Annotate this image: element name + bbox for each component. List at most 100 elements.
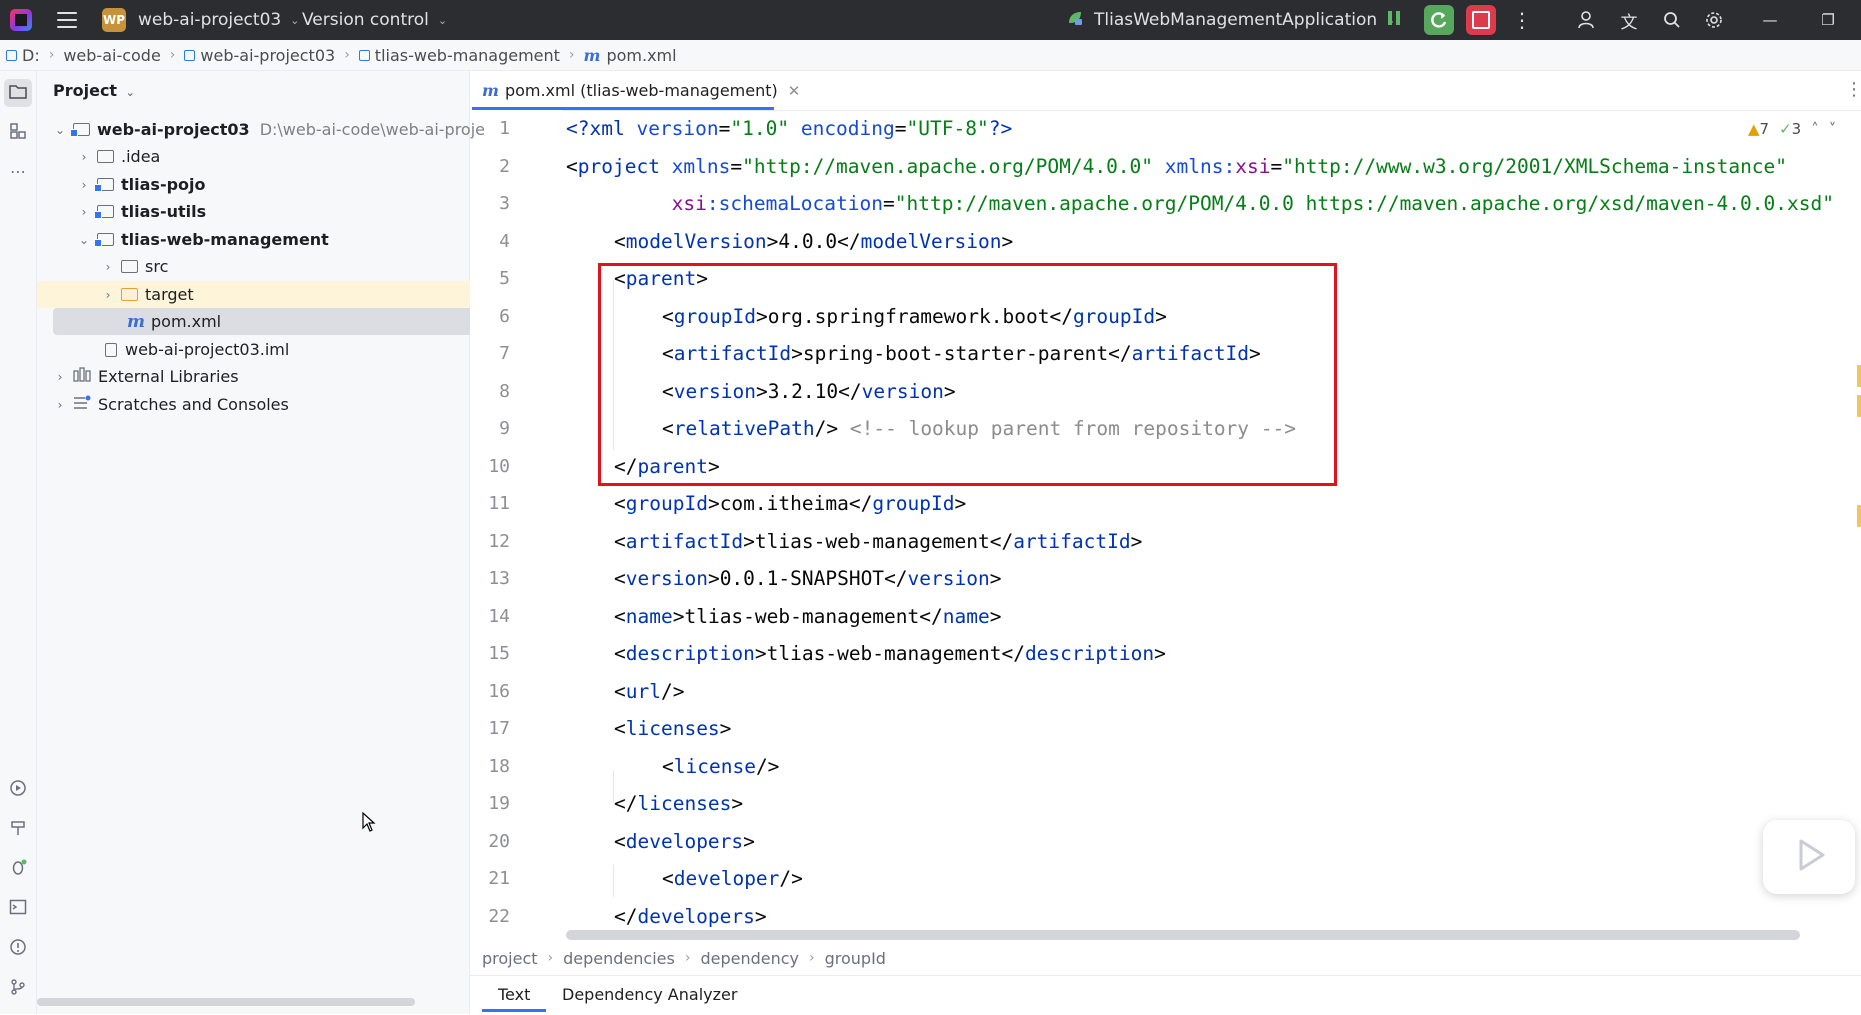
scroll-marker[interactable] bbox=[1857, 505, 1861, 527]
xml-crumb-groupid[interactable]: groupId bbox=[825, 949, 886, 968]
debug-tool-button[interactable] bbox=[4, 855, 32, 883]
module-icon bbox=[6, 49, 17, 61]
restore-button[interactable]: ❐ bbox=[1806, 0, 1850, 40]
tab-text[interactable]: Text bbox=[498, 976, 530, 1012]
minimize-button[interactable]: — bbox=[1748, 0, 1792, 40]
line-number: 11 bbox=[488, 493, 510, 514]
code-line-15: <description>tlias-web-management</descr… bbox=[614, 642, 1166, 665]
project-selector[interactable]: WP web-ai-project03 ⌄ bbox=[102, 0, 299, 40]
stop-button[interactable] bbox=[1466, 0, 1496, 40]
search-icon bbox=[1659, 7, 1685, 33]
module-icon bbox=[358, 49, 370, 61]
tree-item-tlias-web-management[interactable]: ⌄ tlias-web-management bbox=[37, 226, 509, 253]
editor-bottom-tabs: Text Dependency Analyzer bbox=[470, 975, 1861, 1015]
xml-crumb-dependency[interactable]: dependency bbox=[700, 949, 799, 968]
rerun-button[interactable] bbox=[1424, 0, 1454, 40]
restore-icon: ❐ bbox=[1821, 11, 1835, 29]
code-line-13: <version>0.0.1-SNAPSHOT</version> bbox=[614, 567, 1002, 590]
terminal-tool-button[interactable] bbox=[4, 895, 32, 923]
active-tab-indicator bbox=[482, 1009, 546, 1012]
line-number: 7 bbox=[499, 343, 510, 364]
maven-icon: m bbox=[583, 45, 601, 65]
line-number: 3 bbox=[499, 193, 510, 214]
line-number: 22 bbox=[488, 906, 510, 927]
project-tool-button[interactable] bbox=[4, 79, 32, 107]
tree-item-tlias-utils[interactable]: › tlias-utils bbox=[37, 198, 509, 225]
code-line-16: <url/> bbox=[614, 679, 685, 703]
tree-item-tlias-pojo[interactable]: › tlias-pojo bbox=[37, 171, 509, 198]
code-line-21: <developer/> bbox=[662, 867, 803, 890]
services-tool-button[interactable] bbox=[4, 776, 32, 804]
scroll-marker[interactable] bbox=[1857, 365, 1861, 387]
run-config-selector[interactable]: TliasWebManagementApplication ⌄ bbox=[1066, 0, 1395, 40]
project-panel-header[interactable]: Project ⌄ bbox=[53, 81, 135, 100]
tree-item-label: Scratches and Consoles bbox=[98, 395, 289, 414]
more-actions-button[interactable]: ⋮ bbox=[1512, 0, 1532, 40]
tree-item-label: tlias-utils bbox=[121, 202, 207, 221]
tab-dependency-analyzer[interactable]: Dependency Analyzer bbox=[562, 976, 737, 1012]
breadcrumb-project[interactable]: web-ai-project03 bbox=[184, 46, 335, 65]
indent-guide bbox=[613, 865, 614, 897]
project-panel-scrollbar[interactable] bbox=[37, 998, 415, 1006]
tree-item-label: pom.xml bbox=[151, 312, 222, 331]
tree-item-scratches[interactable]: › Scratches and Consoles bbox=[37, 391, 485, 418]
checks-count: 3 bbox=[1791, 120, 1802, 138]
video-player-button[interactable] bbox=[1763, 820, 1855, 894]
code-line-2: <project xmlns="http://maven.apache.org/… bbox=[566, 154, 1788, 178]
close-icon[interactable]: ✕ bbox=[788, 82, 801, 100]
tab-pom-xml[interactable]: m pom.xml (tlias-web-management) ✕ bbox=[476, 71, 806, 110]
editor-tab-bar: m pom.xml (tlias-web-management) ✕ ⋮ bbox=[470, 71, 1861, 111]
xml-breadcrumb: project › dependencies › dependency › gr… bbox=[470, 943, 1861, 973]
xml-crumb-project[interactable]: project bbox=[482, 949, 538, 968]
breadcrumb-drive[interactable]: D: bbox=[6, 46, 40, 65]
code-line-19: </licenses> bbox=[614, 792, 744, 815]
maven-icon: m bbox=[482, 81, 499, 100]
folder-icon bbox=[97, 150, 114, 163]
warnings-indicator[interactable]: ▲7 bbox=[1748, 120, 1769, 138]
structure-icon bbox=[9, 122, 27, 144]
line-number: 5 bbox=[499, 268, 510, 289]
scratches-icon bbox=[73, 395, 91, 414]
chevron-right-icon: › bbox=[81, 149, 87, 164]
build-tool-button[interactable] bbox=[4, 816, 32, 844]
chevron-down-icon[interactable]: ˅ bbox=[1829, 120, 1837, 138]
git-tool-button[interactable] bbox=[4, 975, 32, 1003]
highlight-box bbox=[598, 263, 1337, 486]
code-line-1: <?xml version="1.0" encoding="UTF-8"?> bbox=[566, 117, 1013, 140]
project-panel-title: Project bbox=[53, 81, 118, 100]
code-editor[interactable]: <?xml version="1.0" encoding="UTF-8"?> <… bbox=[566, 110, 1861, 930]
pause-button[interactable] bbox=[1386, 0, 1402, 40]
hamburger-icon bbox=[57, 12, 77, 28]
inspection-widget[interactable]: ▲7 ✓3 ˄ ˅ bbox=[1748, 118, 1836, 140]
line-number: 10 bbox=[488, 456, 510, 477]
structure-tool-button[interactable] bbox=[4, 119, 32, 147]
translate-button[interactable]: 文 bbox=[1616, 0, 1642, 40]
breadcrumb-module[interactable]: tlias-web-management bbox=[358, 46, 560, 65]
search-button[interactable] bbox=[1659, 0, 1685, 40]
code-line-20: <developers> bbox=[614, 829, 755, 853]
chevron-up-icon[interactable]: ˄ bbox=[1811, 120, 1819, 138]
tab-options-button[interactable]: ⋮ bbox=[1845, 79, 1861, 100]
project-badge: WP bbox=[102, 8, 126, 32]
tree-item-external-libraries[interactable]: › External Libraries bbox=[37, 363, 485, 390]
module-folder-icon bbox=[69, 123, 90, 137]
code-with-me-button[interactable] bbox=[1574, 0, 1600, 40]
tree-item-idea[interactable]: › .idea bbox=[37, 143, 509, 170]
editor-horizontal-scrollbar[interactable] bbox=[566, 930, 1800, 940]
scroll-marker[interactable] bbox=[1857, 395, 1861, 417]
checks-indicator[interactable]: ✓3 bbox=[1779, 120, 1801, 138]
chevron-right-icon: › bbox=[344, 47, 350, 63]
library-icon bbox=[73, 367, 91, 386]
line-number: 6 bbox=[499, 306, 510, 327]
settings-button[interactable] bbox=[1701, 0, 1727, 40]
problems-tool-button[interactable] bbox=[4, 935, 32, 963]
services-icon bbox=[9, 779, 27, 801]
breadcrumb-web-ai-code[interactable]: web-ai-code bbox=[63, 46, 160, 65]
xml-crumb-dependencies[interactable]: dependencies bbox=[563, 949, 675, 968]
version-control-menu[interactable]: Version control ⌄ bbox=[302, 0, 447, 40]
more-tools-button[interactable]: ⋯ bbox=[4, 157, 32, 185]
tree-item-root-project[interactable]: ⌄ web-ai-project03 D:\web-ai-code\web-ai… bbox=[37, 116, 485, 143]
code-line-4: <modelVersion>4.0.0</modelVersion> bbox=[614, 229, 1014, 253]
main-menu-button[interactable] bbox=[57, 0, 77, 40]
breadcrumb-file[interactable]: m pom.xml bbox=[584, 46, 677, 65]
